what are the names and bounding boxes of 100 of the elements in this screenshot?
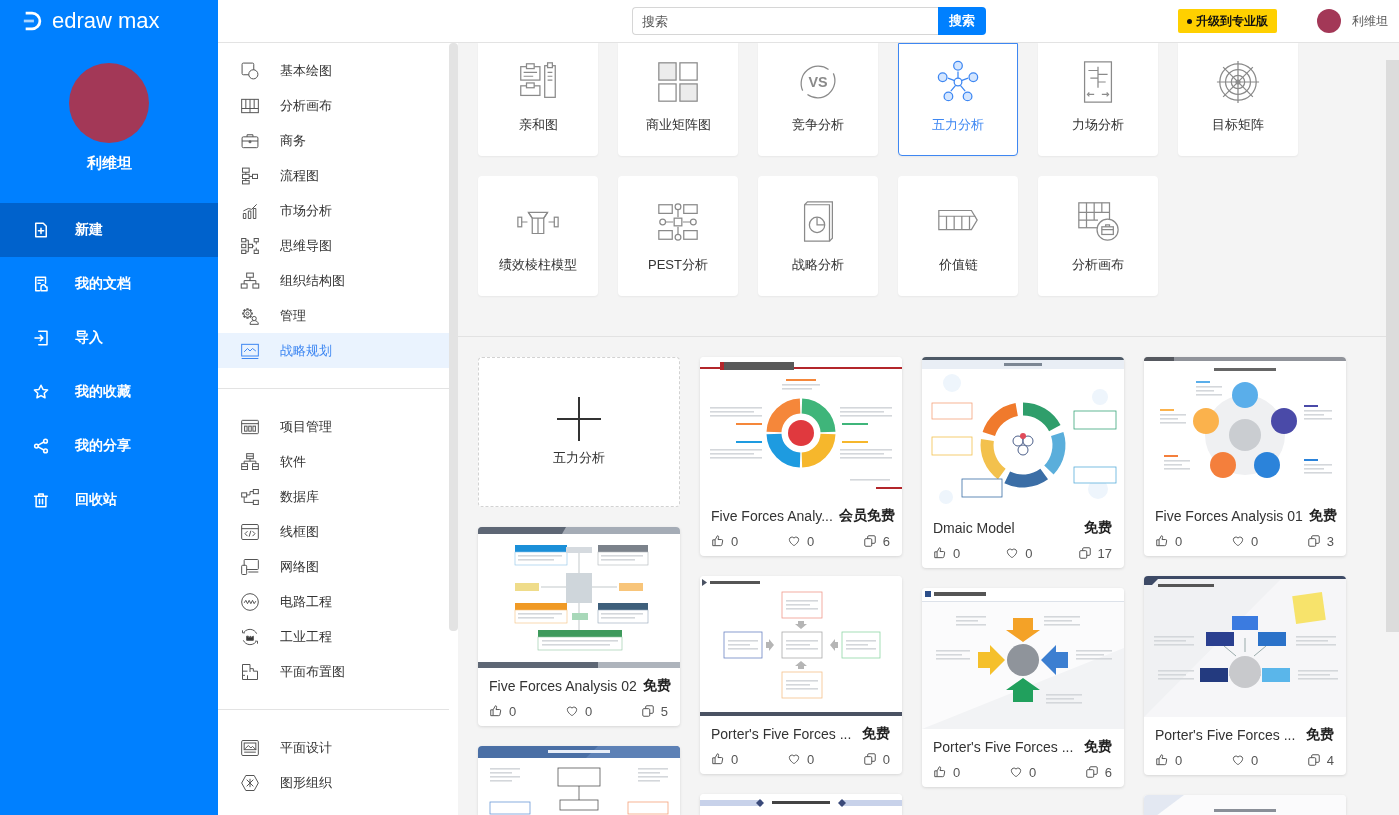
template-title: Dmaic Model bbox=[933, 520, 1015, 536]
diagram-type-card[interactable]: 商业矩阵图 bbox=[618, 43, 738, 156]
target-icon bbox=[1215, 59, 1261, 105]
heart-icon[interactable] bbox=[786, 752, 801, 766]
category-item[interactable]: 分析画布 bbox=[218, 88, 449, 123]
connected-boxes-icon bbox=[240, 486, 260, 507]
category-item[interactable]: 工业工程 bbox=[218, 619, 449, 654]
price-label: 免费 bbox=[1306, 726, 1334, 744]
copy-icon[interactable] bbox=[1306, 753, 1321, 767]
category-item[interactable]: 市场分析 bbox=[218, 193, 449, 228]
heart-icon[interactable] bbox=[786, 534, 801, 548]
thumbs-up-icon[interactable] bbox=[933, 546, 947, 560]
template-card[interactable]: Five Forces Analy... 会员免费 0 0 6 bbox=[700, 357, 902, 556]
preview-drawing[interactable] bbox=[1144, 795, 1346, 815]
copy-icon[interactable] bbox=[640, 704, 655, 718]
avatar[interactable] bbox=[1317, 9, 1341, 33]
thumbs-up-icon[interactable] bbox=[933, 765, 947, 779]
copy-count: 5 bbox=[660, 703, 668, 719]
flowchart-icon bbox=[240, 165, 260, 186]
nav-item[interactable]: 我的分享 bbox=[0, 419, 218, 473]
copy-count: 6 bbox=[882, 533, 890, 549]
category-item[interactable]: 项目管理 bbox=[218, 409, 449, 444]
scrollbar-thumb[interactable] bbox=[449, 43, 458, 631]
category-item[interactable]: 软件 bbox=[218, 444, 449, 479]
nav-item[interactable]: 导入 bbox=[0, 311, 218, 365]
heart-icon[interactable] bbox=[1005, 546, 1020, 560]
like-count: 0 bbox=[731, 533, 739, 549]
copy-icon[interactable] bbox=[1084, 765, 1099, 779]
copy-count: 0 bbox=[882, 751, 890, 767]
like-count: 0 bbox=[1175, 752, 1183, 768]
price-label: 免费 bbox=[642, 677, 671, 695]
template-card[interactable]: Five Forces Analysis 01 免费 0 0 3 bbox=[1144, 357, 1346, 556]
diagram-type-card[interactable]: 绩效棱柱模型 bbox=[478, 176, 598, 296]
mind-map-icon bbox=[240, 235, 260, 256]
share-icon bbox=[32, 437, 50, 455]
nav-item[interactable]: 我的收藏 bbox=[0, 365, 218, 419]
category-item[interactable]: 商务 bbox=[218, 123, 449, 158]
org-chart-icon bbox=[240, 270, 260, 291]
user-name: 利维坦 bbox=[85, 153, 133, 173]
logo-text: edraw max bbox=[52, 8, 160, 34]
thumbs-up-icon[interactable] bbox=[1155, 534, 1169, 548]
logo-icon bbox=[22, 10, 44, 32]
heart-icon[interactable] bbox=[1230, 534, 1245, 548]
category-item[interactable]: 流程图 bbox=[218, 158, 449, 193]
wave-circle-icon bbox=[240, 591, 260, 612]
template-card[interactable]: Porter's Five Forces ... 免费 0 0 6 bbox=[922, 588, 1124, 787]
template-card[interactable]: Porter's Five Forces ... 免费 0 0 4 bbox=[1144, 576, 1346, 775]
upgrade-button[interactable]: 升级到专业版 bbox=[1178, 9, 1277, 33]
diagram-type-card[interactable]: 力场分析 bbox=[1038, 43, 1158, 156]
new-template-card[interactable]: 五力分析 bbox=[478, 357, 680, 507]
category-item[interactable]: 平面布置图 bbox=[218, 654, 449, 689]
category-item[interactable]: 思维导图 bbox=[218, 228, 449, 263]
heart-icon[interactable] bbox=[1230, 753, 1245, 767]
diagram-type-card[interactable]: 亲和图 bbox=[478, 43, 598, 156]
nav-item[interactable]: 回收站 bbox=[0, 473, 218, 527]
thumbs-up-icon[interactable] bbox=[711, 752, 725, 766]
template-card[interactable]: Porter's Five Forces ... 免费 0 0 0 bbox=[700, 576, 902, 774]
search-button[interactable]: 搜索 bbox=[937, 7, 986, 35]
category-item[interactable]: 管理 bbox=[218, 298, 449, 333]
shapes-icon bbox=[240, 60, 260, 81]
copy-icon[interactable] bbox=[862, 534, 877, 548]
copy-icon[interactable] bbox=[862, 752, 877, 766]
diagram-type-card[interactable]: PEST分析 bbox=[618, 176, 738, 296]
category-item[interactable]: 线框图 bbox=[218, 514, 449, 549]
diagram-type-card[interactable]: 战略分析 bbox=[758, 176, 878, 296]
category-item[interactable]: 基本绘图 bbox=[218, 53, 449, 88]
search-field[interactable]: 搜索 bbox=[631, 7, 938, 35]
heart-icon[interactable] bbox=[564, 704, 579, 718]
thumbs-up-icon[interactable] bbox=[711, 534, 725, 548]
diagram-type-card[interactable]: 目标矩阵 bbox=[1178, 43, 1298, 156]
thumbs-up-icon[interactable] bbox=[489, 704, 503, 718]
category-item[interactable]: 网络图 bbox=[218, 549, 449, 584]
diagram-type-card[interactable]: 价值链 bbox=[898, 176, 1018, 296]
chart-preview-drawing[interactable] bbox=[478, 746, 680, 815]
copy-count: 4 bbox=[1326, 752, 1334, 768]
import-icon bbox=[32, 329, 50, 347]
banner-preview-drawing[interactable] bbox=[700, 794, 902, 815]
diagram-type-card[interactable]: VS 竞争分析 bbox=[758, 43, 878, 156]
diagram-type-card[interactable]: 分析画布 bbox=[1038, 176, 1158, 296]
category-item[interactable]: 电路工程 bbox=[218, 584, 449, 619]
category-item[interactable]: 组织结构图 bbox=[218, 263, 449, 298]
four-squares-icon bbox=[655, 59, 701, 105]
thumbs-up-icon[interactable] bbox=[1155, 753, 1169, 767]
template-card[interactable]: Dmaic Model 免费 0 0 17 bbox=[922, 357, 1124, 568]
heart-icon[interactable] bbox=[1008, 765, 1023, 779]
copy-icon[interactable] bbox=[1306, 534, 1321, 548]
copy-icon[interactable] bbox=[1077, 546, 1092, 560]
copy-count: 17 bbox=[1097, 545, 1112, 561]
nav-item[interactable]: 新建 bbox=[0, 203, 218, 257]
template-title: Porter's Five Forces ... bbox=[711, 726, 852, 742]
trash-icon bbox=[32, 491, 50, 509]
category-item[interactable]: 图形组织 bbox=[218, 765, 449, 800]
template-card[interactable]: Five Forces Analysis 02 免费 0 0 5 bbox=[478, 527, 680, 726]
nav-item[interactable]: 我的文档 bbox=[0, 257, 218, 311]
image-frame-icon bbox=[240, 737, 260, 758]
user-name[interactable]: 利维坦 bbox=[1352, 12, 1388, 30]
scrollbar-thumb[interactable] bbox=[1386, 60, 1399, 632]
category-item[interactable]: 平面设计 bbox=[218, 730, 449, 765]
category-item[interactable]: 数据库 bbox=[218, 479, 449, 514]
diagram-type-card[interactable]: 五力分析 bbox=[898, 43, 1018, 156]
